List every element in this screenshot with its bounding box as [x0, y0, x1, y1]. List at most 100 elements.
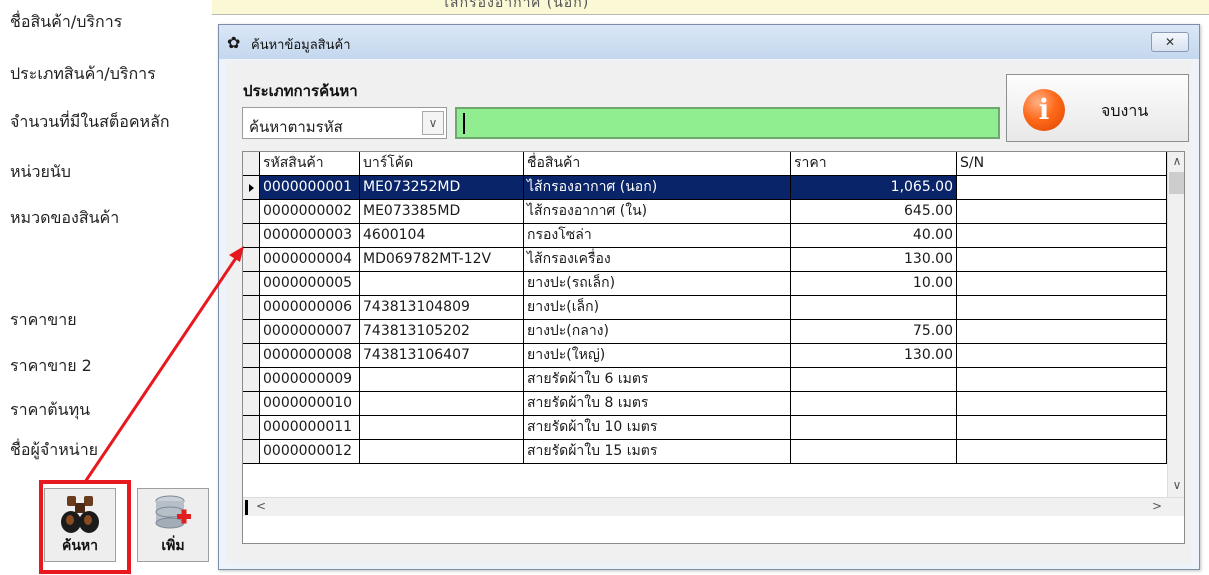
row-indicator[interactable]	[243, 296, 260, 320]
table-cell[interactable]: สายรัดผ้าใบ 15 เมตร	[524, 440, 791, 464]
table-cell[interactable]: 743813104809	[360, 296, 524, 320]
column-header[interactable]: S/N	[957, 152, 1167, 176]
table-cell[interactable]	[957, 392, 1167, 416]
table-cell[interactable]	[360, 392, 524, 416]
chevron-down-icon[interactable]: ∨	[422, 111, 444, 135]
table-cell[interactable]	[360, 440, 524, 464]
table-cell[interactable]: 0000000001	[260, 176, 360, 200]
dialog-client: ประเภทการค้นหา ค้นหาตามรหัส ∨ i จบงาน รห…	[227, 61, 1191, 563]
row-indicator[interactable]	[243, 416, 260, 440]
search-input[interactable]	[455, 107, 1000, 139]
search-type-select[interactable]: ค้นหาตามรหัส ∨	[242, 107, 447, 139]
table-cell[interactable]: 130.00	[791, 344, 957, 368]
row-indicator[interactable]	[243, 440, 260, 464]
table-cell[interactable]	[791, 416, 957, 440]
table-cell[interactable]: 0000000010	[260, 392, 360, 416]
column-header[interactable]: รหัสสินค้า	[260, 152, 360, 176]
table-cell[interactable]: ME073385MD	[360, 200, 524, 224]
table-cell[interactable]	[791, 368, 957, 392]
table-cell[interactable]	[957, 224, 1167, 248]
table-cell[interactable]: ยางปะ(รถเล็ก)	[524, 272, 791, 296]
table-cell[interactable]	[957, 320, 1167, 344]
table-cell[interactable]	[957, 344, 1167, 368]
table-cell[interactable]	[957, 440, 1167, 464]
table-cell[interactable]: 743813105202	[360, 320, 524, 344]
table-cell[interactable]: 75.00	[791, 320, 957, 344]
table-cell[interactable]: 0000000002	[260, 200, 360, 224]
row-indicator[interactable]	[243, 200, 260, 224]
table-cell[interactable]: MD069782MT-12V	[360, 248, 524, 272]
table-cell[interactable]	[791, 392, 957, 416]
table-cell[interactable]: 0000000006	[260, 296, 360, 320]
table-cell[interactable]: 0000000004	[260, 248, 360, 272]
form-label: ประเภทสินค้า/บริการ	[10, 64, 156, 83]
search-type-value: ค้นหาตามรหัส	[249, 118, 343, 136]
table-cell[interactable]: 0000000012	[260, 440, 360, 464]
table-cell[interactable]: สายรัดผ้าใบ 6 เมตร	[524, 368, 791, 392]
product-table: รหัสสินค้า บาร์โค้ด ชื่อสินค้า ราคา S/N 00000…	[242, 151, 1185, 544]
row-indicator[interactable]	[243, 368, 260, 392]
add-button[interactable]: เพิ่ม	[137, 488, 209, 562]
table-cell[interactable]	[957, 200, 1167, 224]
table-cell[interactable]	[360, 416, 524, 440]
dialog-titlebar[interactable]: ✿ ค้นหาข้อมูลสินค้า ✕	[219, 25, 1199, 59]
table-cell[interactable]: ยางปะ(ใหญ่)	[524, 344, 791, 368]
table-cell[interactable]: ไส้กรองอากาศ (ใน)	[524, 200, 791, 224]
column-header[interactable]: ชื่อสินค้า	[524, 152, 791, 176]
table-cell[interactable]: 130.00	[791, 248, 957, 272]
row-indicator[interactable]	[243, 176, 260, 200]
scroll-right-icon[interactable]: >	[1149, 499, 1165, 513]
row-indicator[interactable]	[243, 392, 260, 416]
table-cell[interactable]	[791, 440, 957, 464]
table-cell[interactable]	[360, 368, 524, 392]
vertical-scroll-thumb[interactable]	[1169, 172, 1184, 194]
table-cell[interactable]: สายรัดผ้าใบ 10 เมตร	[524, 416, 791, 440]
row-indicator[interactable]	[243, 272, 260, 296]
row-indicator[interactable]	[243, 344, 260, 368]
table-cell[interactable]	[957, 368, 1167, 392]
row-indicator[interactable]	[243, 248, 260, 272]
table-cell[interactable]	[360, 272, 524, 296]
table-cell[interactable]: ไส้กรองเครื่อง	[524, 248, 791, 272]
column-header[interactable]: ราคา	[791, 152, 957, 176]
close-button[interactable]: ✕	[1151, 32, 1189, 52]
table-cell[interactable]: ME073252MD	[360, 176, 524, 200]
table-cell[interactable]	[957, 296, 1167, 320]
app-icon: ✿	[227, 33, 241, 52]
table-cell[interactable]: 0000000007	[260, 320, 360, 344]
table-cell[interactable]: ยางปะ(กลาง)	[524, 320, 791, 344]
text-caret	[463, 113, 465, 134]
end-button[interactable]: i จบงาน	[1006, 74, 1189, 142]
table-cell[interactable]: 743813106407	[360, 344, 524, 368]
row-indicator[interactable]	[243, 320, 260, 344]
horizontal-scrollbar[interactable]: < >	[243, 497, 1184, 516]
vertical-scrollbar[interactable]: ∧ ∨	[1167, 152, 1184, 497]
table-cell[interactable]: กรองโซล่า	[524, 224, 791, 248]
column-header[interactable]: บาร์โค้ด	[360, 152, 524, 176]
table-cell[interactable]: ไส้กรองอากาศ (นอก)	[524, 176, 791, 200]
database-add-icon	[155, 495, 191, 529]
scroll-left-icon[interactable]: <	[253, 499, 269, 513]
row-indicator[interactable]	[243, 224, 260, 248]
form-label: จำนวนที่มีในสต็อคหลัก	[10, 112, 170, 131]
table-cell[interactable]	[957, 176, 1167, 200]
table-cell[interactable]	[957, 272, 1167, 296]
table-cell[interactable]: สายรัดผ้าใบ 8 เมตร	[524, 392, 791, 416]
table-cell[interactable]: 0000000003	[260, 224, 360, 248]
scroll-down-icon[interactable]: ∨	[1169, 478, 1184, 492]
table-cell[interactable]	[791, 296, 957, 320]
table-cell[interactable]: 40.00	[791, 224, 957, 248]
table-cell[interactable]: 0000000009	[260, 368, 360, 392]
table-cell[interactable]: 0000000008	[260, 344, 360, 368]
table-cell[interactable]	[957, 248, 1167, 272]
table-cell[interactable]: ยางปะ(เล็ก)	[524, 296, 791, 320]
header-corner	[243, 152, 260, 176]
table-cell[interactable]: 645.00	[791, 200, 957, 224]
table-cell[interactable]: 0000000011	[260, 416, 360, 440]
table-cell[interactable]: 10.00	[791, 272, 957, 296]
scroll-up-icon[interactable]: ∧	[1169, 154, 1184, 168]
table-cell[interactable]: 0000000005	[260, 272, 360, 296]
table-cell[interactable]: 4600104	[360, 224, 524, 248]
table-cell[interactable]: 1,065.00	[791, 176, 957, 200]
table-cell[interactable]	[957, 416, 1167, 440]
